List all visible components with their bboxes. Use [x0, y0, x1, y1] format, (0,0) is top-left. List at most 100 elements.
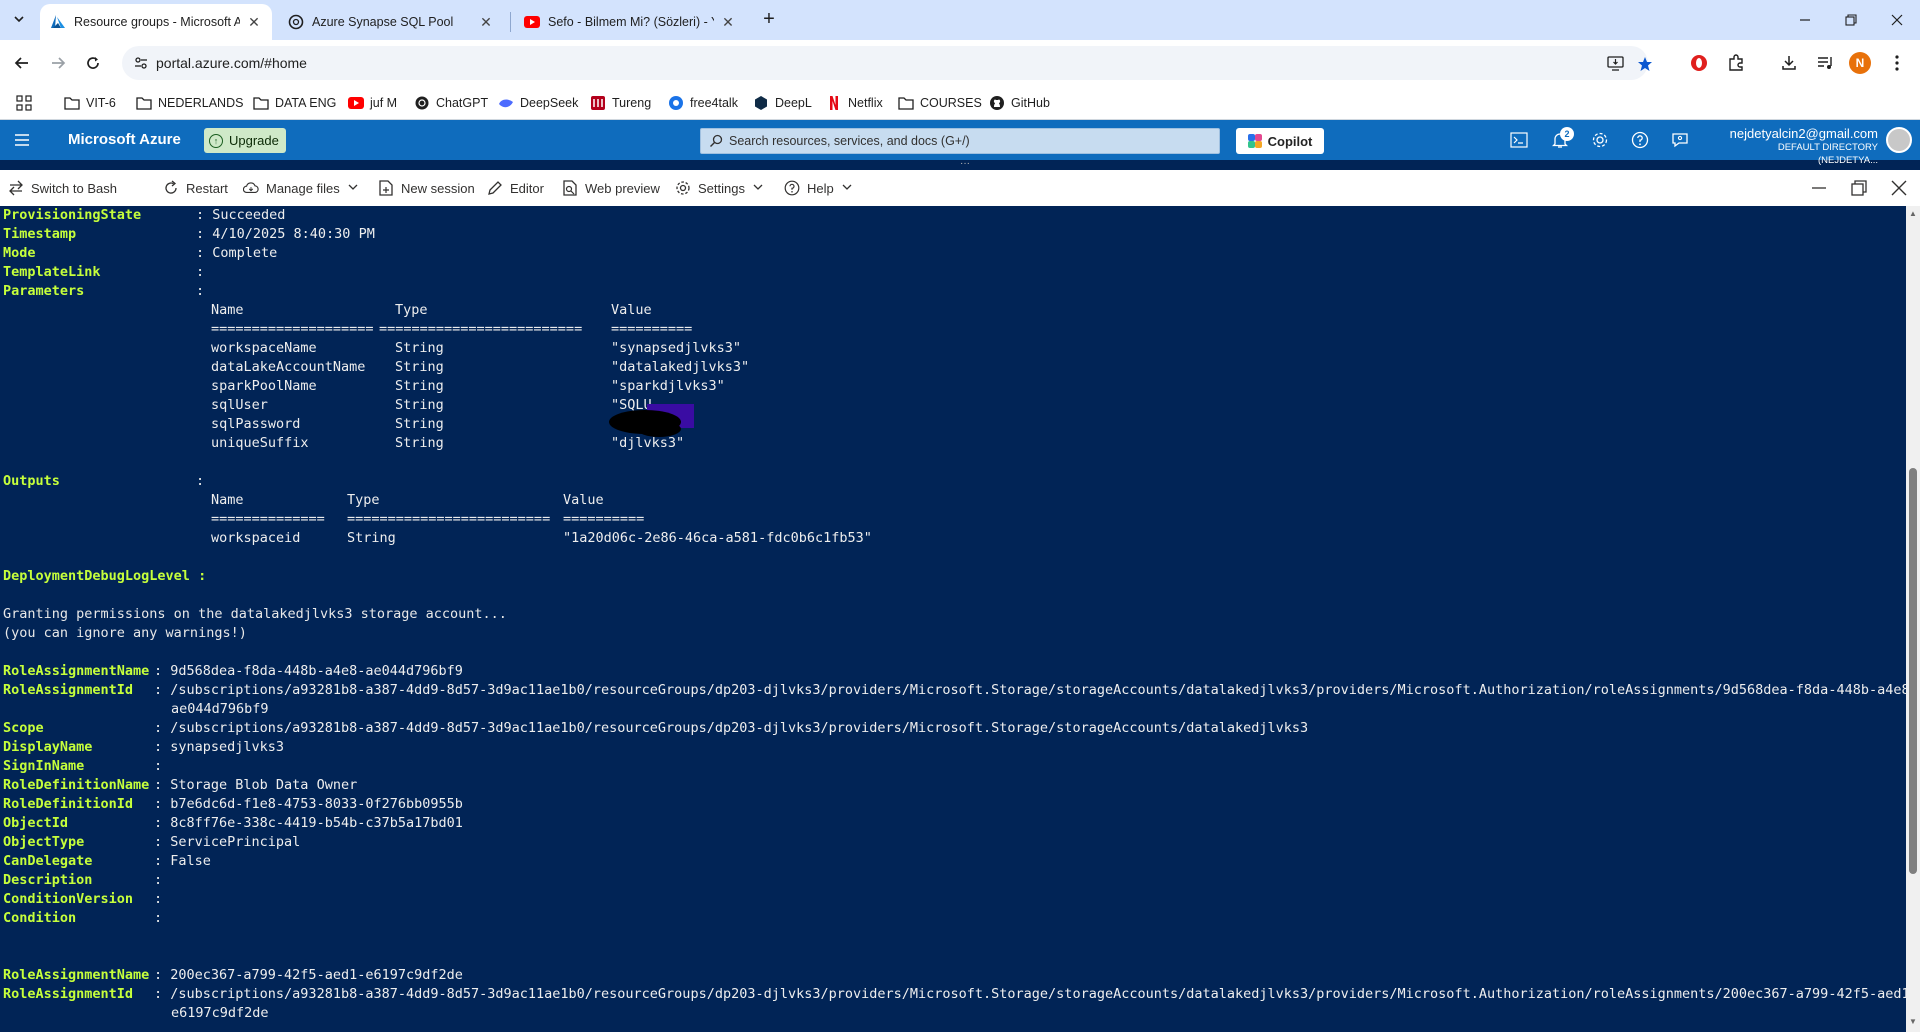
bookmark-netflix[interactable]: Netflix	[826, 92, 883, 114]
bookmark-deepl[interactable]: DeepL	[753, 92, 812, 114]
restart-button[interactable]: Restart	[163, 178, 228, 198]
cloud-shell-icon[interactable]	[1509, 130, 1529, 150]
minimize-window-icon[interactable]	[1782, 0, 1828, 40]
forward-arrow-icon[interactable]	[45, 50, 71, 76]
tab-title: Resource groups - Microsoft Azure	[74, 15, 240, 29]
new-session-label: New session	[401, 180, 475, 196]
browser-tab-strip: Resource groups - Microsoft Azure ✕ Azur…	[0, 0, 1920, 40]
deepl-logo-icon	[753, 95, 769, 111]
profile-avatar[interactable]: N	[1849, 52, 1871, 74]
close-tab-icon[interactable]: ✕	[478, 14, 494, 30]
param-value: "synapsedjlvks3"	[611, 340, 742, 356]
close-shell-icon[interactable]	[1888, 178, 1910, 198]
terminal-colon: : 9d568dea-f8da-448b-a4e8-ae044d796bf9	[154, 663, 463, 679]
apps-grid-icon[interactable]	[16, 95, 32, 111]
install-app-icon[interactable]	[1606, 54, 1626, 74]
terminal-line: Condition	[3, 909, 76, 928]
browser-menu-dots-icon[interactable]	[1886, 52, 1908, 74]
restore-window-icon[interactable]	[1828, 0, 1874, 40]
azure-brand-title[interactable]: Microsoft Azure	[68, 131, 181, 148]
address-bar[interactable]: portal.azure.com/#home	[122, 46, 1652, 80]
param-value: "sparkdjlvks3"	[611, 378, 725, 394]
params-header-name: Name	[211, 302, 244, 318]
editor-button[interactable]: Editor	[487, 178, 544, 198]
bookmark-label: free4talk	[690, 96, 738, 110]
property-value: /subscriptions/a93281b8-a387-4dd9-8d57-3…	[170, 986, 1918, 1002]
shell-resize-handle[interactable]: ···	[957, 159, 973, 169]
bookmark-juf-m[interactable]: juf M	[348, 92, 397, 114]
tab-title: Sefo - Bilmem Mi? (Sözleri) - YouTube	[548, 15, 714, 29]
terminal-line: TemplateLink	[3, 263, 101, 282]
help-button[interactable]: Help	[784, 178, 852, 198]
bookmark-vit6[interactable]: VIT-6	[64, 92, 116, 114]
downloads-icon[interactable]	[1778, 52, 1800, 74]
bookmark-label: juf M	[370, 96, 398, 110]
cloud-files-icon	[243, 180, 259, 196]
property-value: /subscriptions/a93281b8-a387-4dd9-8d57-3…	[170, 682, 1918, 698]
bookmark-deepseek[interactable]: DeepSeek	[498, 92, 578, 114]
media-controls-icon[interactable]	[1814, 52, 1836, 74]
extensions-puzzle-icon[interactable]	[1725, 52, 1747, 74]
copilot-button[interactable]: Copilot	[1236, 128, 1324, 154]
bookmark-nederlands[interactable]: NEDERLANDS	[136, 92, 243, 114]
switch-to-bash-button[interactable]: Switch to Bash	[8, 178, 117, 198]
terminal-colon: : Storage Blob Data Owner	[154, 777, 358, 793]
tab-resource-groups[interactable]: Resource groups - Microsoft Azure ✕	[40, 4, 272, 40]
account-email: nejdetyalcin2@gmail.com	[1729, 126, 1878, 141]
scroll-down-arrow-icon[interactable]: ▼	[1909, 1018, 1917, 1026]
bookmark-data-eng[interactable]: DATA ENG	[253, 92, 336, 114]
feedback-icon[interactable]	[1670, 130, 1690, 150]
property-key: SignInName	[3, 758, 85, 774]
params-header-value: Value	[611, 302, 652, 318]
new-session-button[interactable]: New session	[378, 178, 475, 198]
terminal-output[interactable]: ProvisioningState : Succeeded Timestamp …	[0, 206, 1918, 1032]
terminal-scrollbar[interactable]: ▲ ▼	[1906, 206, 1920, 1032]
close-window-icon[interactable]	[1874, 0, 1920, 40]
back-arrow-icon[interactable]	[9, 50, 35, 76]
account-info[interactable]: nejdetyalcin2@gmail.com DEFAULT DIRECTOR…	[1718, 126, 1878, 167]
bookmark-star-icon[interactable]	[1635, 54, 1655, 74]
new-tab-plus-icon[interactable]: +	[758, 9, 780, 31]
bookmark-courses[interactable]: COURSES	[898, 92, 982, 114]
outputs-rule: ==========	[563, 511, 645, 527]
manage-files-label: Manage files	[266, 180, 340, 196]
bookmark-tureng[interactable]: Tureng	[590, 92, 651, 114]
bookmark-github[interactable]: GitHub	[989, 92, 1050, 114]
youtube-logo-icon	[348, 95, 364, 111]
help-question-icon[interactable]	[1630, 130, 1650, 150]
property-value: ServicePrincipal	[170, 834, 301, 850]
outputs-header-type: Type	[347, 492, 380, 508]
bookmark-free4talk[interactable]: free4talk	[668, 92, 738, 114]
user-avatar[interactable]	[1886, 127, 1912, 153]
upgrade-button[interactable]: ↑ Upgrade	[204, 128, 286, 153]
minimize-shell-icon[interactable]	[1808, 178, 1830, 198]
chatgpt-logo-icon	[414, 95, 430, 111]
reload-icon[interactable]	[80, 50, 106, 76]
terminal-line: Description	[3, 871, 92, 890]
outputs-rule: =========================	[347, 511, 551, 527]
property-key: Scope	[3, 720, 44, 736]
scrollbar-thumb[interactable]	[1909, 468, 1917, 874]
portal-search-input[interactable]: Search resources, services, and docs (G+…	[700, 128, 1220, 154]
close-tab-icon[interactable]: ✕	[246, 14, 262, 30]
site-settings-icon[interactable]	[132, 54, 150, 72]
tab-youtube[interactable]: Sefo - Bilmem Mi? (Sözleri) - YouTube ✕	[514, 4, 746, 40]
terminal-line: DeploymentDebugLogLevel :	[3, 567, 206, 586]
property-key: RoleDefinitionId	[3, 796, 134, 812]
maximize-shell-icon[interactable]	[1848, 178, 1870, 198]
manage-files-button[interactable]: Manage files	[243, 178, 358, 198]
scroll-up-arrow-icon[interactable]: ▲	[1909, 210, 1917, 218]
settings-button[interactable]: Settings	[675, 178, 763, 198]
opera-extension-icon[interactable]	[1688, 52, 1710, 74]
terminal-colon: : /subscriptions/a93281b8-a387-4dd9-8d57…	[154, 720, 1309, 736]
bookmark-chatgpt[interactable]: ChatGPT	[414, 92, 488, 114]
tab-azure-synapse[interactable]: Azure Synapse SQL Pool ✕	[278, 4, 504, 40]
settings-gear-icon[interactable]	[1590, 130, 1610, 150]
tab-search-chevron-icon[interactable]	[8, 8, 30, 30]
portal-menu-hamburger-icon[interactable]	[14, 132, 30, 148]
web-preview-button[interactable]: Web preview	[562, 178, 660, 198]
notifications-count-badge: 2	[1560, 127, 1574, 141]
close-tab-icon[interactable]: ✕	[720, 14, 736, 30]
browser-toolbar: portal.azure.com/#home N	[0, 40, 1920, 86]
property-key: TemplateLink	[3, 264, 101, 280]
